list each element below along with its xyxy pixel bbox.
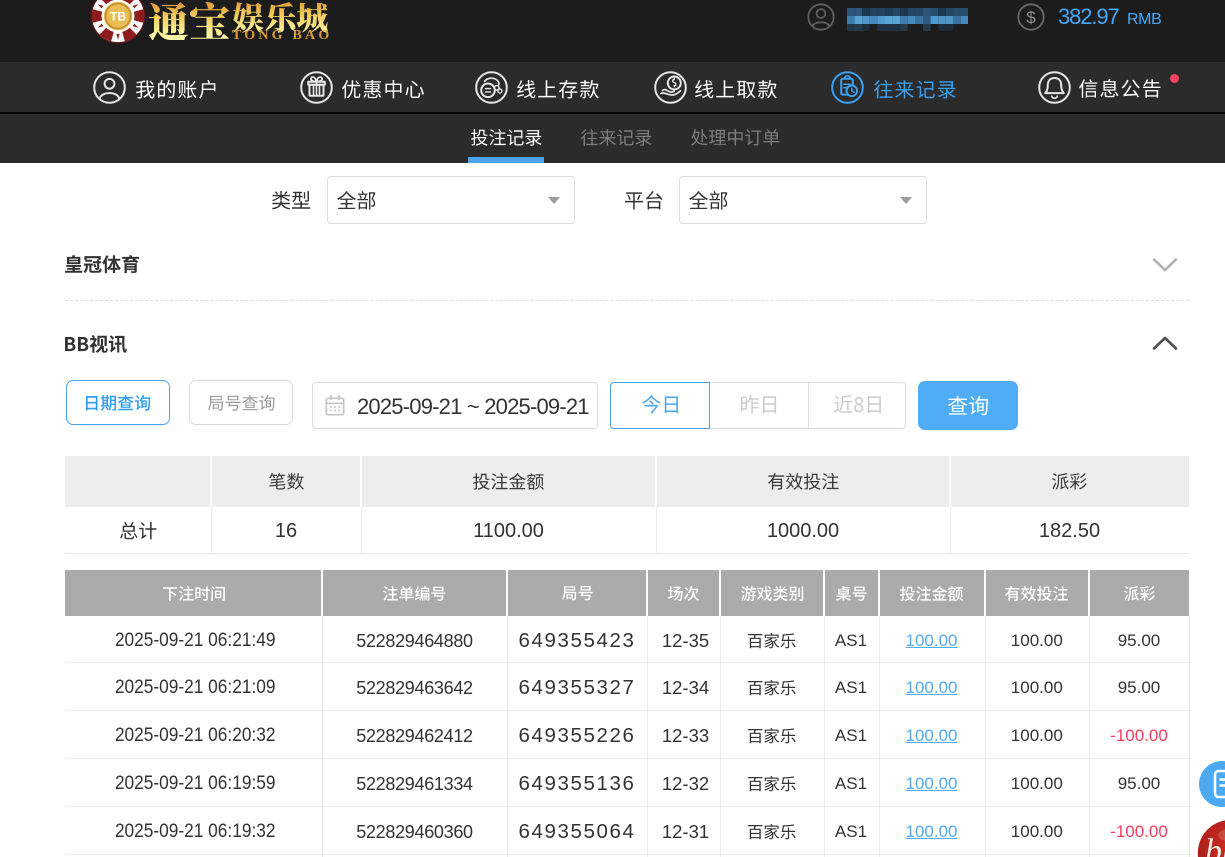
svg-text:TB: TB	[110, 10, 126, 24]
svg-text:bb: bb	[1205, 833, 1225, 857]
svg-text:$: $	[1026, 8, 1036, 27]
